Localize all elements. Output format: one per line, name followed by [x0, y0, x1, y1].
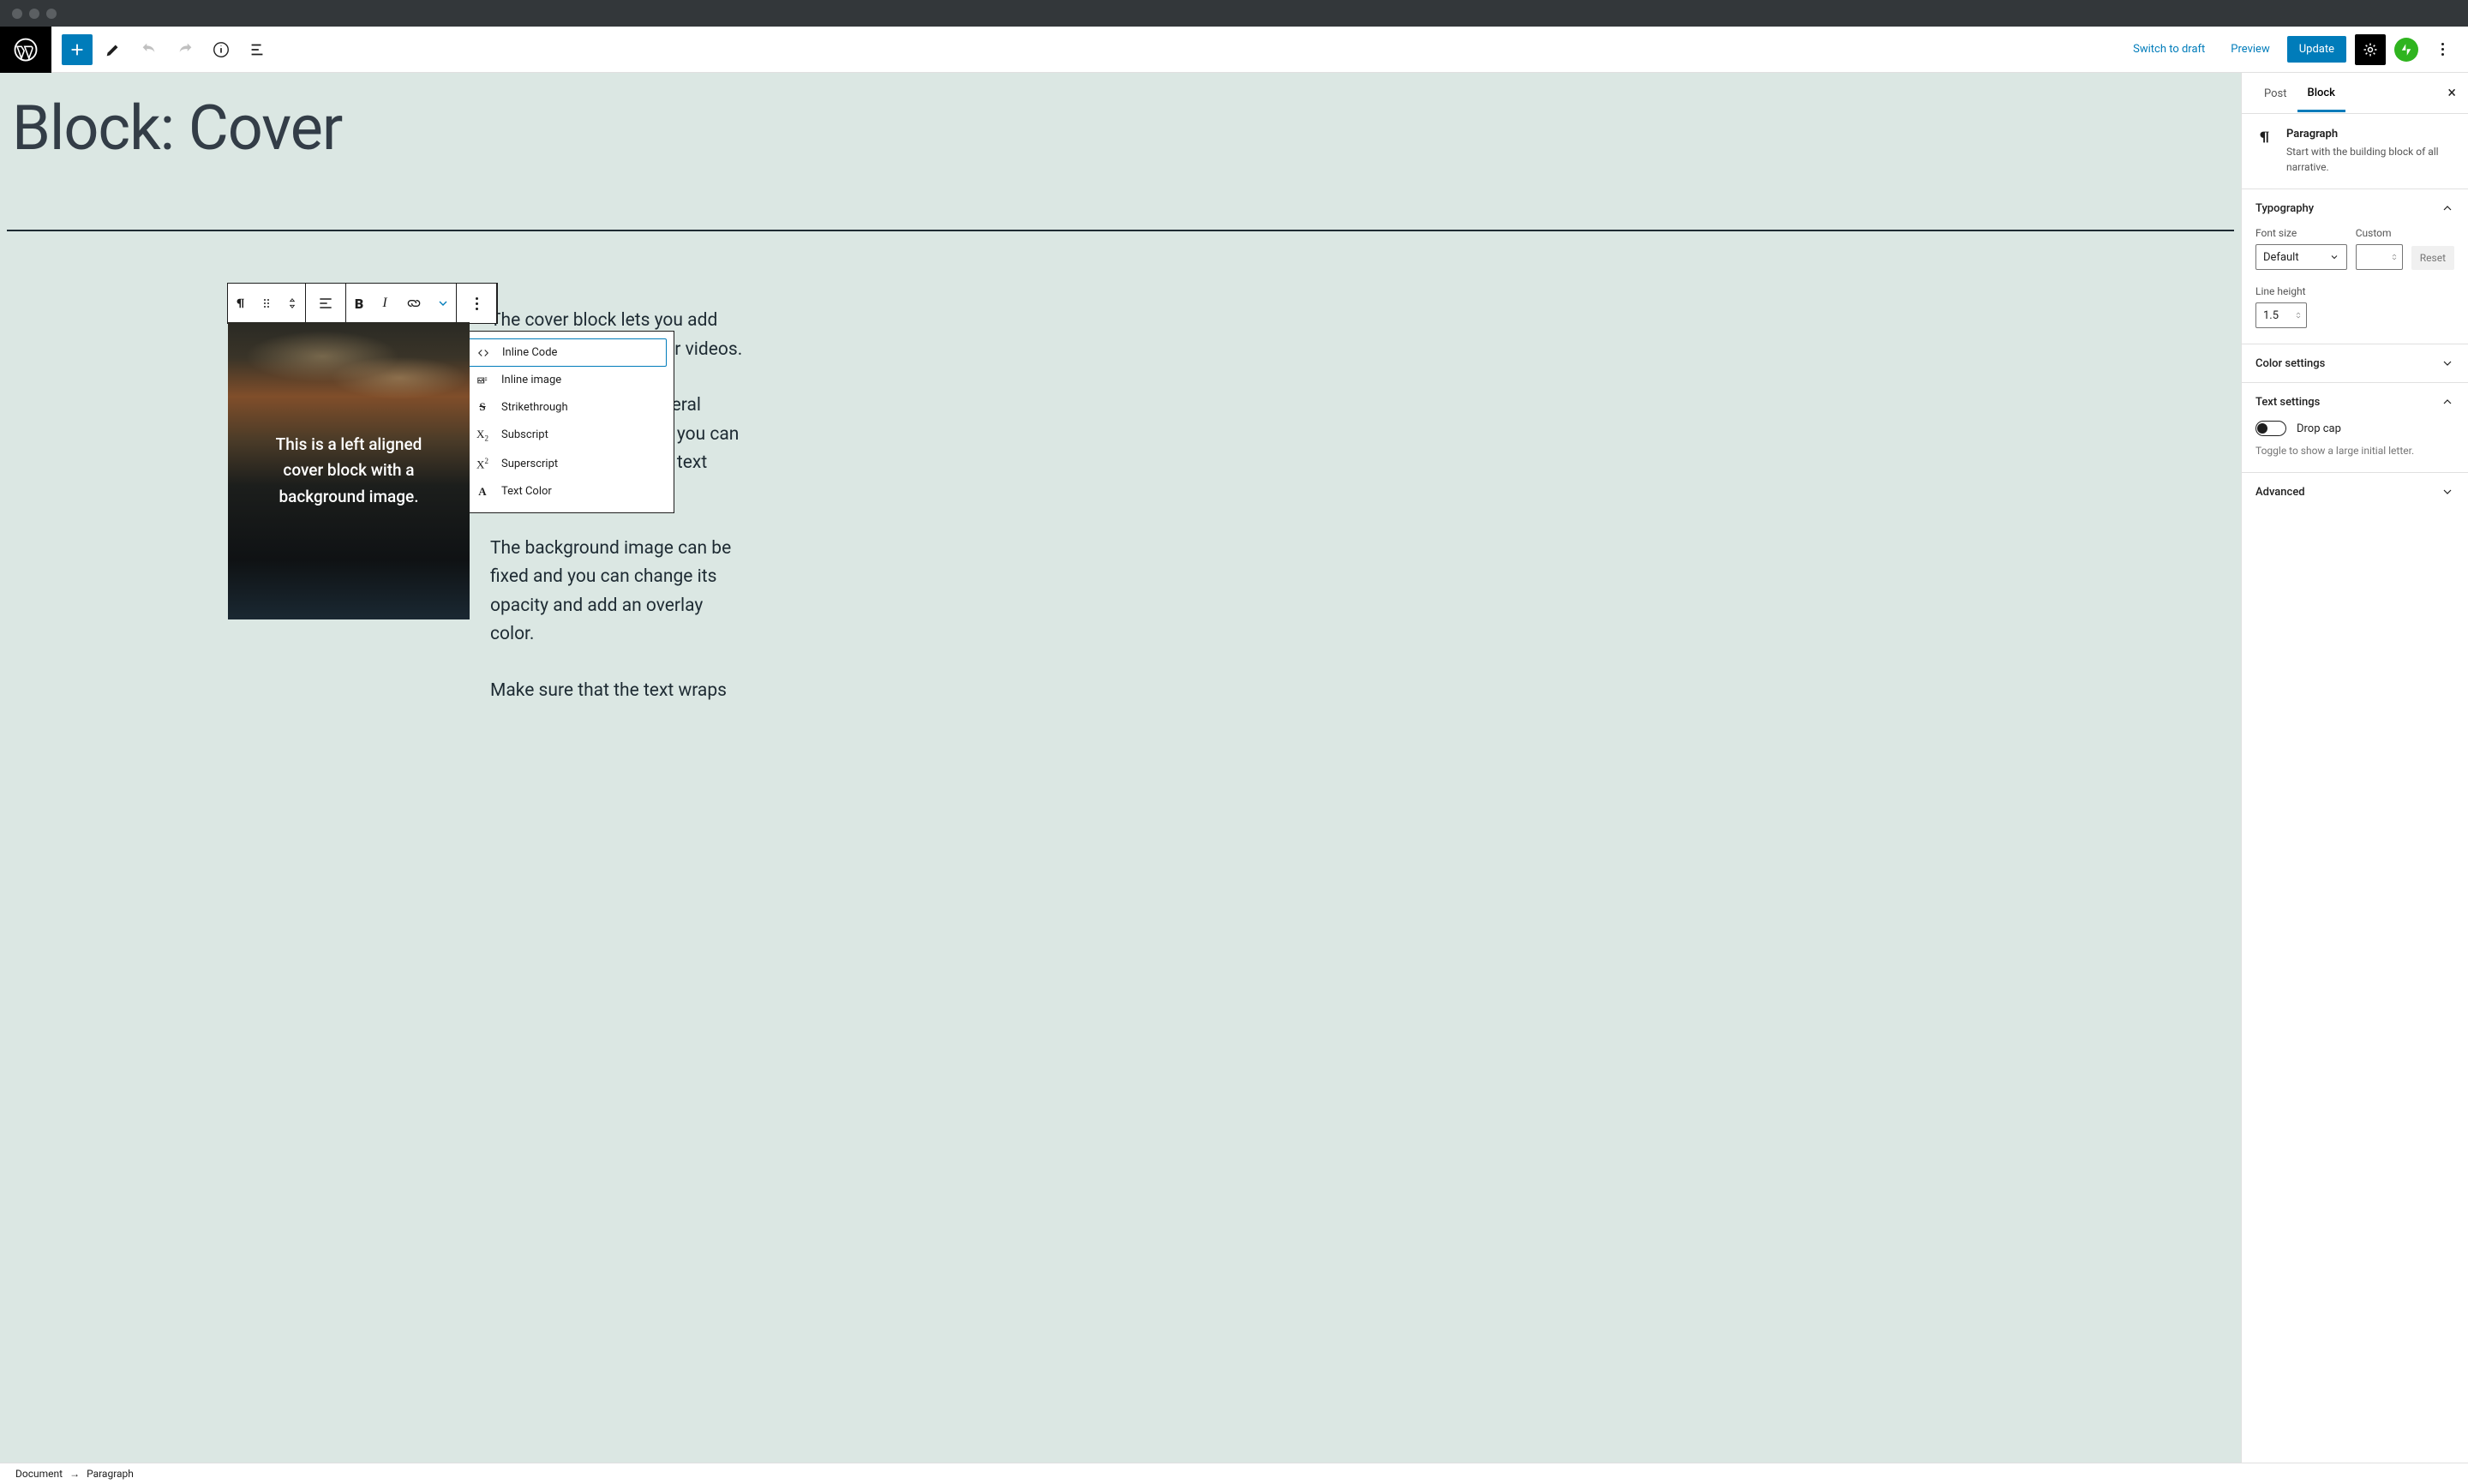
custom-label: Custom: [2356, 227, 2403, 239]
cover-text-line: cover block with a: [283, 460, 414, 480]
section-title: Text settings: [2255, 396, 2320, 409]
custom-font-size-input[interactable]: [2356, 244, 2403, 270]
menu-inline-image[interactable]: Inline image: [465, 367, 667, 393]
traffic-min[interactable]: [29, 9, 39, 19]
cover-block[interactable]: This is a left aligned cover block with …: [228, 322, 470, 619]
breadcrumb-item[interactable]: Document: [15, 1468, 63, 1480]
drop-cap-toggle[interactable]: [2255, 421, 2286, 436]
close-sidebar-button[interactable]: ×: [2447, 84, 2456, 102]
text-settings-header[interactable]: Text settings: [2242, 383, 2468, 421]
move-updown-icon[interactable]: [279, 284, 305, 323]
cover-text[interactable]: This is a left aligned cover block with …: [250, 432, 448, 510]
switch-to-draft-link[interactable]: Switch to draft: [2124, 36, 2213, 63]
preview-link[interactable]: Preview: [2222, 36, 2278, 63]
block-info: Paragraph Start with the building block …: [2242, 114, 2468, 188]
settings-cog-button[interactable]: [2355, 34, 2386, 65]
typography-header[interactable]: Typography: [2242, 189, 2468, 227]
cover-text-line: This is a left aligned: [276, 434, 422, 454]
menu-label: Superscript: [501, 458, 558, 470]
menu-superscript[interactable]: X2 Superscript: [465, 450, 667, 478]
drop-cap-help: Toggle to show a large initial letter.: [2255, 445, 2454, 457]
separator: [7, 230, 2234, 231]
section-title: Typography: [2255, 202, 2314, 215]
menu-label: Text Color: [501, 485, 552, 498]
window-titlebar: [0, 0, 2468, 27]
chevron-down-icon: [2329, 252, 2339, 262]
block-options-button[interactable]: [457, 284, 496, 323]
stepper-icon: [2390, 250, 2399, 264]
editor-canvas: Block: Cover B I: [0, 73, 2241, 1463]
paragraph[interactable]: The background image can be fixed and yo…: [490, 535, 747, 649]
undo-button[interactable]: [134, 34, 165, 65]
traffic-max[interactable]: [46, 9, 57, 19]
code-icon: [475, 347, 492, 359]
jetpack-icon[interactable]: [2394, 38, 2418, 62]
format-dropdown: Inline Code Inline image S Strikethrough…: [458, 331, 674, 513]
input-value: 1.5: [2263, 309, 2279, 322]
menu-label: Inline Code: [502, 346, 557, 359]
settings-sidebar: Post Block × Paragraph Start with the bu…: [2241, 73, 2468, 1463]
outline-button[interactable]: [242, 34, 273, 65]
superscript-icon: X2: [474, 457, 491, 471]
section-title: Color settings: [2255, 357, 2325, 370]
subscript-icon: X2: [474, 428, 491, 443]
color-settings-header[interactable]: Color settings: [2242, 344, 2468, 382]
chevron-down-icon: [2441, 356, 2454, 370]
section-title: Advanced: [2255, 486, 2305, 499]
block-name: Paragraph: [2286, 128, 2454, 141]
menu-label: Strikethrough: [501, 401, 568, 414]
drag-handle-icon[interactable]: [254, 284, 279, 323]
image-icon: [474, 374, 491, 386]
editor-header: Switch to draft Preview Update: [0, 27, 2468, 73]
redo-button[interactable]: [170, 34, 201, 65]
menu-subscript[interactable]: X2 Subscript: [465, 421, 667, 450]
breadcrumb: Document → Paragraph: [0, 1463, 2468, 1484]
paragraph[interactable]: Make sure that the text wraps: [490, 677, 747, 706]
chevron-down-icon: [2441, 485, 2454, 499]
bold-button[interactable]: B: [346, 284, 372, 323]
line-height-label: Line height: [2255, 285, 2454, 297]
breadcrumb-separator: →: [69, 1468, 80, 1480]
text-color-icon: A: [474, 485, 491, 499]
align-button[interactable]: [306, 284, 345, 323]
menu-inline-code[interactable]: Inline Code: [465, 338, 667, 367]
traffic-close[interactable]: [12, 9, 22, 19]
chevron-up-icon: [2441, 201, 2454, 215]
line-height-input[interactable]: 1.5: [2255, 302, 2307, 328]
tab-block[interactable]: Block: [2297, 75, 2345, 112]
strike-icon: S: [474, 400, 491, 414]
wordpress-logo[interactable]: [0, 27, 51, 73]
info-button[interactable]: [206, 34, 237, 65]
cover-text-line: background image.: [279, 487, 418, 506]
update-button[interactable]: Update: [2287, 36, 2346, 63]
select-value: Default: [2263, 251, 2299, 264]
paragraph-icon: [2255, 128, 2274, 175]
tab-post[interactable]: Post: [2254, 75, 2297, 111]
stepper-icon: [2294, 308, 2303, 322]
menu-label: Subscript: [501, 428, 548, 441]
block-description: Start with the building block of all nar…: [2286, 144, 2454, 175]
link-button[interactable]: [398, 284, 430, 323]
chevron-up-icon: [2441, 395, 2454, 409]
add-block-button[interactable]: [62, 34, 93, 65]
page-title[interactable]: Block: Cover: [0, 73, 2241, 165]
menu-label: Inline image: [501, 374, 561, 386]
text-column: The cover block lets you add text on top…: [490, 307, 2234, 733]
italic-button[interactable]: I: [372, 284, 398, 323]
font-size-select[interactable]: Default: [2255, 244, 2347, 270]
block-toolbar: B I Inline Code Inline image: [227, 283, 498, 324]
edit-mode-button[interactable]: [98, 34, 129, 65]
more-format-button[interactable]: [430, 284, 456, 323]
menu-strikethrough[interactable]: S Strikethrough: [465, 393, 667, 421]
font-size-label: Font size: [2255, 227, 2347, 239]
toggle-label: Drop cap: [2297, 422, 2341, 435]
reset-button[interactable]: Reset: [2411, 246, 2454, 270]
breadcrumb-item[interactable]: Paragraph: [87, 1468, 134, 1480]
advanced-header[interactable]: Advanced: [2242, 473, 2468, 511]
more-menu-button[interactable]: [2427, 34, 2458, 65]
menu-text-color[interactable]: A Text Color: [465, 478, 667, 506]
paragraph-type-icon[interactable]: [228, 284, 254, 323]
